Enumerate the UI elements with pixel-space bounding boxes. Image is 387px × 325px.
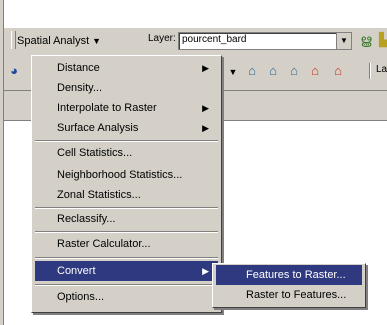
submenu-item-raster-to-features[interactable]: Raster to Features... (216, 285, 362, 305)
edit-delete-icon[interactable]: ⌂ (307, 63, 323, 79)
menu-separator (35, 231, 218, 233)
spatial-analyst-menu-button[interactable]: Spatial Analyst ▼ (16, 30, 108, 52)
chevron-down-icon[interactable]: ▼ (336, 33, 351, 49)
submenu-item-label: Raster to Features... (246, 289, 347, 301)
menu-item-interpolate-to-raster[interactable]: Interpolate to Raster ▶ (35, 98, 218, 118)
chevron-down-icon[interactable]: ▼ (225, 64, 241, 80)
menu-item-cell-statistics[interactable]: Cell Statistics... (35, 143, 218, 163)
menu-item-label: Interpolate to Raster (57, 102, 157, 114)
menu-item-raster-calculator[interactable]: Raster Calculator... (35, 234, 218, 254)
submenu-item-label: Features to Raster... (246, 269, 346, 281)
menu-item-neighborhood-statistics[interactable]: Neighborhood Statistics... (35, 165, 218, 185)
menu-item-label: Distance (57, 62, 100, 74)
histogram-icon[interactable]: ▙ (376, 32, 387, 48)
convert-submenu: Features to Raster... Raster to Features… (212, 263, 366, 308)
menu-item-surface-analysis[interactable]: Surface Analysis ▶ (35, 118, 218, 138)
menu-item-label: Convert (57, 265, 96, 277)
menu-item-label: Options... (57, 291, 105, 303)
menu-item-distance[interactable]: Distance ▶ (35, 58, 218, 78)
chevron-down-icon: ▼ (92, 36, 102, 46)
menu-item-reclassify[interactable]: Reclassify... (35, 209, 218, 229)
menu-item-label: Density... (57, 82, 103, 94)
layer-select[interactable]: pourcent_bard ▼ (178, 32, 352, 50)
submenu-item-features-to-raster[interactable]: Features to Raster... (216, 265, 362, 285)
globe-icon[interactable]: ◕ (6, 63, 22, 79)
contour-tool-icon[interactable]: ൠ (358, 32, 374, 48)
edit-sketch-icon[interactable]: ⌂ (265, 63, 281, 79)
edit-vertex-icon[interactable]: ⌂ (244, 63, 260, 79)
chevron-right-icon: ▶ (202, 63, 209, 73)
layer-select-value: pourcent_bard (182, 34, 247, 45)
spatial-analyst-dropdown-menu: Distance ▶ Density... Interpolate to Ras… (31, 55, 222, 313)
menu-item-label: Reclassify... (57, 213, 116, 225)
menu-item-label: Surface Analysis (57, 122, 139, 134)
toolbar-separator (369, 63, 371, 79)
menu-item-density[interactable]: Density... (35, 78, 218, 98)
chevron-right-icon: ▶ (202, 266, 209, 276)
menu-item-label: Neighborhood Statistics... (57, 169, 183, 181)
chevron-right-icon: ▶ (202, 103, 209, 113)
layer-label-partial: Lay (376, 64, 387, 75)
menu-separator (35, 257, 218, 259)
edit-add-icon[interactable]: ⌂ (286, 63, 302, 79)
menu-separator (35, 140, 218, 142)
menu-item-label: Raster Calculator... (57, 238, 151, 250)
layer-label: Layer: (148, 33, 176, 44)
spatial-analyst-menu-label: Spatial Analyst (17, 35, 90, 47)
menu-item-convert[interactable]: Convert ▶ (35, 261, 218, 281)
menu-item-label: Cell Statistics... (57, 147, 133, 159)
menu-separator (35, 284, 218, 286)
edit-remove-icon[interactable]: ⌂ (330, 63, 346, 79)
menu-item-options[interactable]: Options... (35, 287, 218, 307)
chevron-right-icon: ▶ (202, 123, 209, 133)
menu-item-label: Zonal Statistics... (57, 189, 141, 201)
menu-item-zonal-statistics[interactable]: Zonal Statistics... (35, 185, 218, 205)
